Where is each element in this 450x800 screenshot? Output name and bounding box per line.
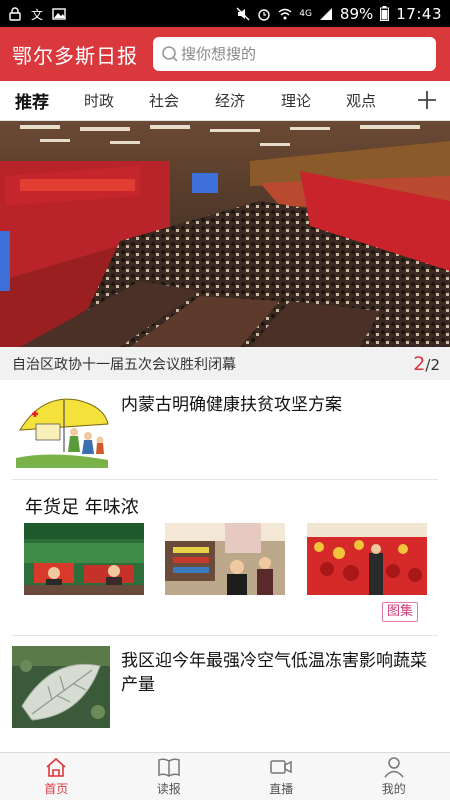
- nav-live-label: 直播: [269, 782, 294, 796]
- banner-carousel[interactable]: [0, 121, 450, 347]
- gallery-photo-supermarket: [165, 523, 285, 595]
- bottom-nav: 首页 读报 直播 我的: [0, 752, 450, 800]
- mute-icon: [236, 7, 250, 20]
- book-icon: [158, 758, 180, 777]
- tab-society[interactable]: 社会: [149, 90, 179, 111]
- nav-read-paper[interactable]: 读报: [113, 753, 226, 800]
- clock: 17:43: [396, 4, 442, 23]
- search-input[interactable]: [181, 45, 428, 63]
- video-icon: [270, 760, 292, 774]
- image-icon: [52, 7, 66, 20]
- battery-icon: [380, 6, 390, 21]
- frost-leaf-photo: [12, 646, 110, 728]
- app-title: 鄂尔多斯日报: [12, 43, 138, 68]
- health-umbrella-cartoon: [12, 392, 110, 470]
- nav-read-paper-label: 读报: [156, 782, 181, 796]
- pager-current: 2: [413, 352, 426, 375]
- nav-home[interactable]: 首页: [0, 753, 113, 800]
- gallery-photo-decorations: [307, 523, 427, 595]
- nav-mine-label: 我的: [381, 782, 406, 796]
- nav-mine[interactable]: 我的: [338, 753, 450, 800]
- tab-economy[interactable]: 经济: [215, 90, 245, 111]
- tab-politics[interactable]: 时政: [84, 90, 114, 111]
- wifi-icon: [278, 8, 292, 19]
- banner-caption[interactable]: 自治区政协十一届五次会议胜利闭幕: [12, 354, 413, 374]
- banner-caption-bar: 自治区政协十一届五次会议胜利闭幕 2/2: [0, 347, 450, 380]
- plus-icon: [418, 91, 436, 109]
- alarm-icon: [258, 8, 270, 21]
- nav-live[interactable]: 直播: [225, 753, 338, 800]
- home-icon: [46, 757, 66, 777]
- banner-pager: 2/2: [413, 353, 440, 375]
- article-title: 内蒙古明确健康扶贫攻坚方案: [121, 395, 342, 415]
- tab-theory[interactable]: 理论: [281, 90, 311, 111]
- add-tab-button[interactable]: [412, 85, 442, 115]
- status-bar: 文 4G 89% 17:43: [0, 0, 450, 27]
- app-header: 鄂尔多斯日报: [0, 27, 450, 81]
- battery-percent: 89%: [339, 4, 374, 23]
- gallery-badge: 图集: [381, 602, 418, 622]
- svg-text:文: 文: [31, 7, 43, 21]
- category-tabs: 推荐 时政 社会 经济 理论 观点: [0, 81, 450, 121]
- gallery-title: 年货足 年味浓: [25, 497, 139, 518]
- nav-home-label: 首页: [44, 782, 69, 796]
- search-icon: [162, 46, 178, 62]
- notification-lock-icon: [9, 6, 21, 21]
- person-icon: [384, 757, 404, 778]
- network-type: 4G: [299, 8, 312, 19]
- gallery-item[interactable]: 年货足 年味浓 图集: [12, 480, 438, 636]
- tab-opinion[interactable]: 观点: [346, 90, 376, 111]
- article-item[interactable]: 内蒙古明确健康扶贫攻坚方案: [12, 380, 438, 480]
- conference-hall-photo: [0, 121, 450, 347]
- tab-recommend[interactable]: 推荐: [15, 88, 49, 113]
- pager-total: /2: [425, 355, 440, 374]
- search-box[interactable]: [153, 37, 436, 71]
- gallery-photo-market: [24, 523, 144, 595]
- article-item[interactable]: 我区迎今年最强冷空气低温冻害影响蔬菜产量: [12, 636, 438, 750]
- signal-icon: [319, 7, 332, 20]
- text-icon: 文: [31, 7, 43, 21]
- article-title: 我区迎今年最强冷空气低温冻害影响蔬菜产量: [121, 651, 427, 695]
